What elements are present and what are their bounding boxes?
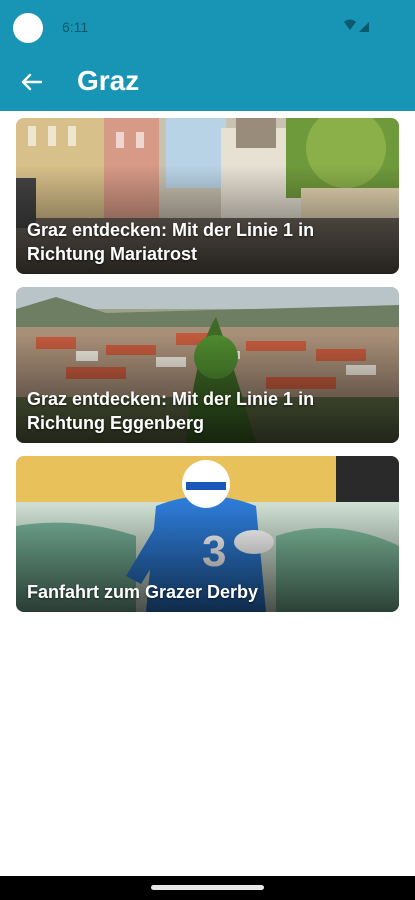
- status-bar: 6:11: [0, 0, 415, 56]
- status-time: 6:11: [62, 19, 89, 35]
- app-bar: Graz: [0, 56, 415, 111]
- article-card-eggenberg[interactable]: Graz entdecken: Mit der Linie 1 in Richt…: [16, 287, 399, 443]
- home-gesture-pill[interactable]: [151, 885, 264, 890]
- card-title: Graz entdecken: Mit der Linie 1 in Richt…: [27, 220, 315, 264]
- top-app-bar: 6:11 Graz: [0, 0, 415, 111]
- card-title: Fanfahrt zum Grazer Derby: [27, 582, 259, 602]
- page-title: Graz: [77, 65, 140, 96]
- article-card-derby[interactable]: 3 Fanfahrt zum Grazer Derby: [16, 456, 399, 612]
- camera-cutout: [13, 13, 43, 43]
- wifi-icon: [344, 19, 369, 32]
- back-arrow-icon[interactable]: [18, 68, 46, 96]
- article-card-mariatrost[interactable]: Graz entdecken: Mit der Linie 1 in Richt…: [16, 118, 399, 274]
- system-navigation-bar: [0, 876, 415, 900]
- card-title: Graz entdecken: Mit der Linie 1 in Richt…: [27, 389, 315, 433]
